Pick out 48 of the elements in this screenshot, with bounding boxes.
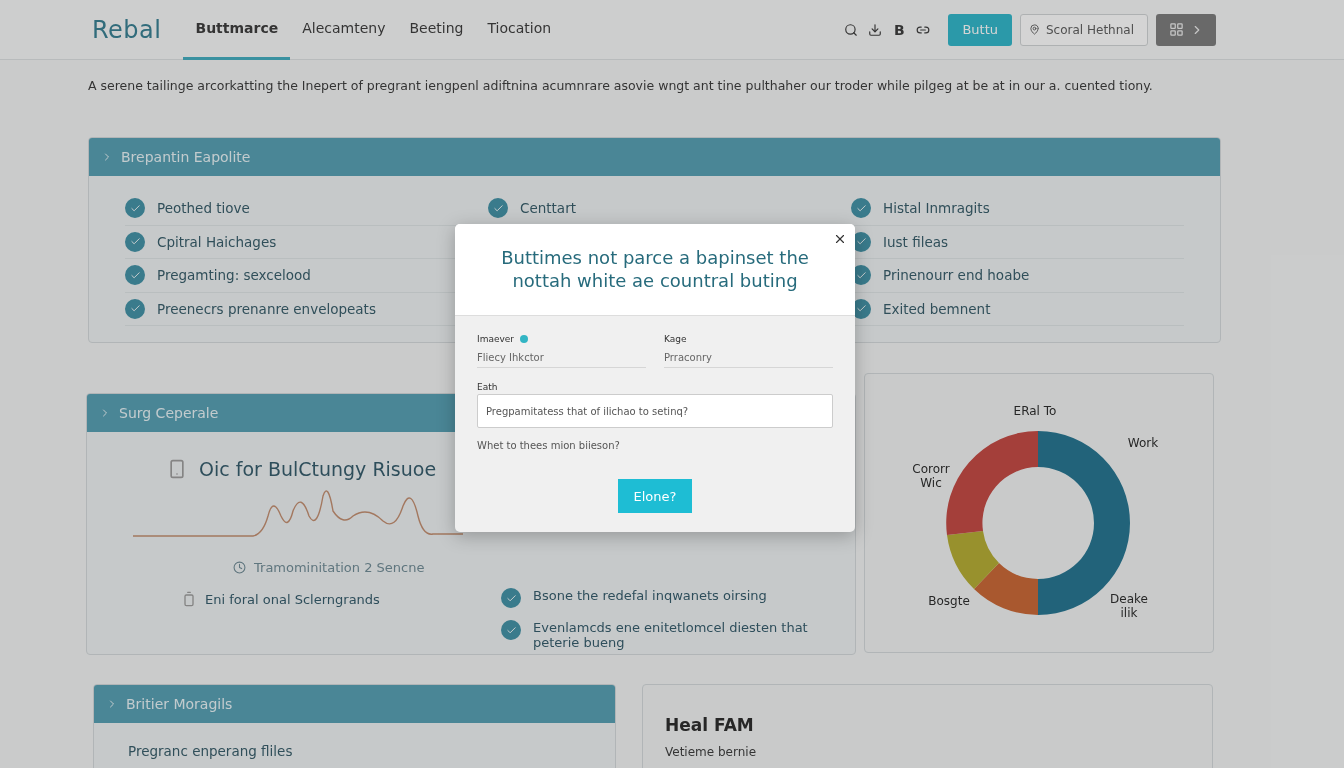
item-label: Evenlamcds ene enitetlomcel diesten that peterie bueng [533, 620, 809, 650]
field-label: Eath [477, 382, 498, 392]
input-field[interactable]: Fliecy Ihkctor [477, 348, 646, 368]
nav-tab[interactable]: Beeting [397, 0, 476, 60]
item-label: Preenecrs prenanre envelopeats [157, 300, 376, 317]
section-heading: Oic for BulCtungy Risuoe [199, 458, 437, 480]
field-label: Kage [664, 334, 687, 344]
item-label: Peothed tiove [157, 200, 250, 217]
input-field[interactable]: Pregpamitatess that of ilichao to setinq? [477, 394, 833, 428]
dialog-title: Buttimes not parce a bapinset the nottah white ae countral buting [500, 247, 810, 292]
item-label: Cpitral Haichages [157, 233, 277, 250]
battery-icon [181, 591, 197, 607]
item-label: Pregamting: sexcelood [157, 267, 311, 284]
pin-icon [1029, 24, 1040, 35]
item-label: Prinenourr end hoabe [883, 267, 1030, 284]
chart-caption: Tramominitation 2 Sencne [254, 560, 425, 575]
input-field[interactable]: Prraconry [664, 348, 833, 368]
panel-title: Brepantin Eapolite [121, 149, 251, 165]
item-label: Pregranc enperang fliles [128, 743, 293, 759]
search-field[interactable]: Scoral Hethnal [1020, 13, 1148, 46]
item-label: Histal Inmragits [883, 200, 990, 217]
layout-button[interactable] [1156, 13, 1216, 46]
close-button[interactable] [833, 232, 847, 246]
panel-title: Surg Ceperale [119, 405, 219, 421]
chart-label: Deake ilik [1109, 592, 1149, 620]
chart-label: ERal To [1012, 404, 1058, 418]
card-subtitle: Vetieme bernie [665, 745, 757, 759]
item-label: Iust fileas [883, 233, 949, 250]
logo[interactable]: Rebal [92, 15, 162, 44]
nav-tab[interactable]: Buttmarce [183, 0, 291, 60]
field-label: Imaever [477, 334, 515, 344]
footer-text: Eni foral onal Sclerngrands [205, 591, 380, 607]
nav-tab[interactable]: Alecamteny [290, 0, 398, 60]
clock-icon [233, 561, 246, 574]
grid-icon [1168, 22, 1184, 37]
chart-label: Bosgte [927, 594, 971, 608]
chart-label: Work [1126, 436, 1160, 450]
item-label: Bsone the redefal inqwanets oirsing [533, 588, 767, 605]
item-label: Exited bemnent [883, 300, 991, 317]
phone-icon [167, 459, 187, 479]
bold-button[interactable]: B [888, 18, 911, 41]
chart-label: Cororr Wic [911, 462, 951, 490]
hint-text: Whet to thees mion biieson? [477, 440, 621, 451]
intro-text: A serene tailinge arcorkatting the Inepert of pregrant iengpenl adiftnina acumnrare asovie wngt ant tine pulthaher our troder while pilgeg at be at in our a. cuented tiony. [88, 78, 1154, 93]
nav-tab[interactable]: Tiocation [475, 0, 564, 60]
card-title: Heal FAM [665, 715, 755, 735]
panel-title: Britier Moragils [126, 696, 233, 712]
item-label: Centtart [520, 200, 576, 217]
